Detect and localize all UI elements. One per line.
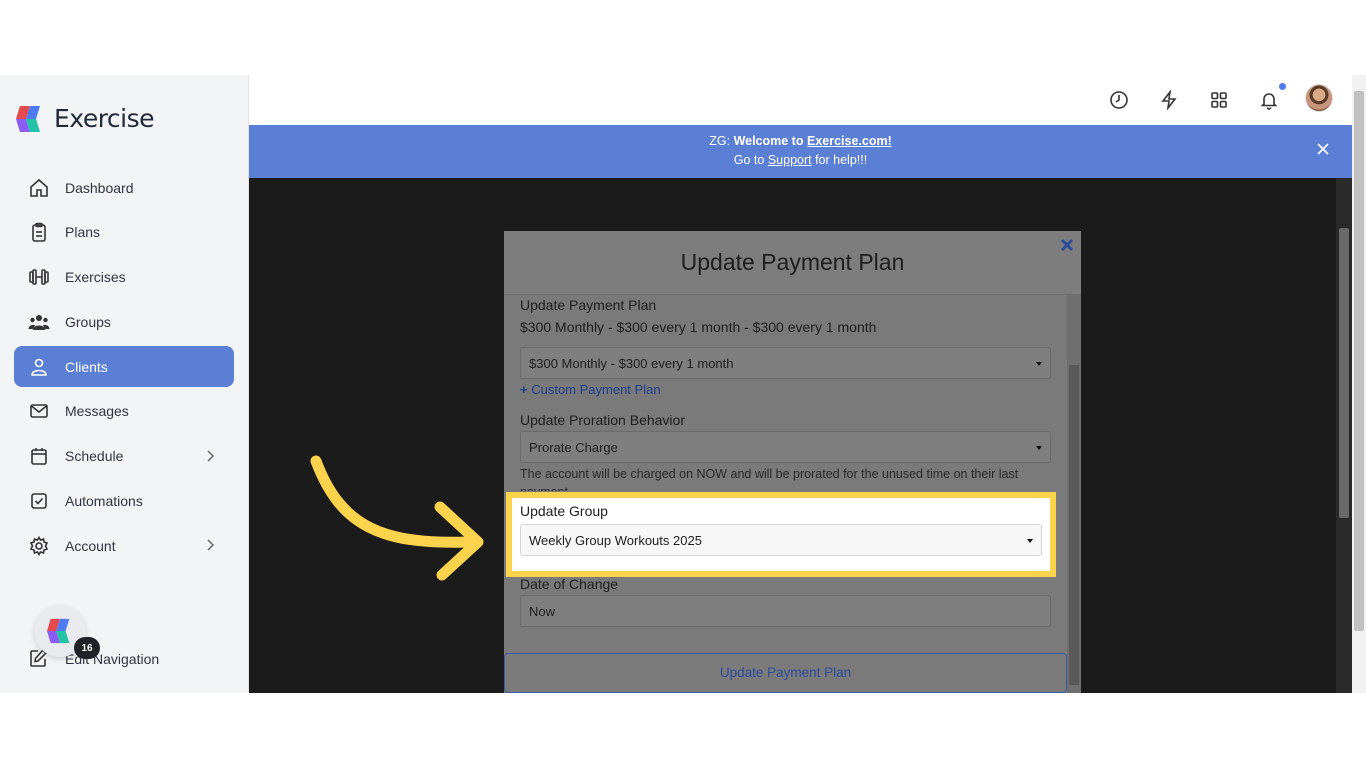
banner-line-1: ZG: Welcome to Exercise.com!: [249, 134, 1352, 148]
user-icon: [28, 356, 50, 378]
clipboard-icon: [28, 221, 50, 243]
payment-plan-select[interactable]: $300 Monthly - $300 every 1 month: [520, 347, 1051, 379]
update-group-select-value: Weekly Group Workouts 2025: [529, 533, 702, 548]
banner-close-icon[interactable]: [1316, 142, 1330, 156]
update-group-select[interactable]: Weekly Group Workouts 2025: [520, 524, 1042, 556]
sidebar-item-label: Messages: [65, 403, 129, 420]
update-group-label: Update Group: [520, 503, 608, 519]
sidebar-item-exercises[interactable]: Exercises: [14, 257, 234, 298]
payment-plan-label: Update Payment Plan: [520, 297, 657, 313]
support-link[interactable]: Support: [768, 153, 812, 167]
sidebar-item-messages[interactable]: Messages: [14, 391, 234, 432]
modal-scrollbar[interactable]: [1067, 295, 1081, 693]
user-avatar[interactable]: [1305, 84, 1333, 112]
top-bar: [249, 75, 1366, 125]
sidebar-item-label: Dashboard: [65, 179, 134, 196]
sidebar-item-label: Automations: [65, 493, 143, 510]
proration-help-text: The account will be charged on NOW and w…: [520, 467, 1019, 491]
sidebar-nav: Dashboard Plans Exercises Groups Clients…: [14, 167, 234, 570]
sidebar-item-label: Groups: [65, 313, 111, 330]
logo-icon: [16, 104, 44, 132]
update-group-highlight: Update Group Weekly Group Workouts 2025: [506, 492, 1056, 577]
sidebar-item-plans[interactable]: Plans: [14, 212, 234, 253]
caret-down-icon: [1027, 539, 1033, 543]
sidebar-item-label: Plans: [65, 224, 101, 241]
page-scrollbar-thumb[interactable]: [1339, 228, 1349, 518]
page-scrollbar[interactable]: [1336, 178, 1352, 693]
sidebar: Exercise Dashboard Plans Exercises Group…: [0, 75, 249, 693]
sidebar-item-label: Schedule: [65, 448, 124, 465]
update-payment-plan-modal: Update Payment Plan Update Payment Plan …: [504, 231, 1081, 693]
caret-down-icon: [1036, 446, 1042, 450]
calendar-icon: [28, 445, 50, 467]
bell-icon[interactable]: [1258, 89, 1280, 111]
mail-icon: [28, 400, 50, 422]
sidebar-item-label: Clients: [65, 358, 108, 375]
payment-plan-select-value: $300 Monthly - $300 every 1 month: [529, 356, 734, 371]
sidebar-item-label: Account: [65, 537, 116, 554]
banner-help-text: for help!!!: [811, 153, 868, 167]
sidebar-item-schedule[interactable]: Schedule: [14, 436, 234, 477]
window-scrollbar[interactable]: [1352, 75, 1366, 693]
update-payment-plan-button[interactable]: Update Payment Plan: [504, 653, 1067, 693]
sidebar-item-label: Exercises: [65, 269, 126, 286]
sidebar-item-clients[interactable]: Clients: [14, 346, 234, 388]
proration-label: Update Proration Behavior: [520, 412, 685, 428]
plus-icon: +: [520, 382, 532, 397]
sidebar-item-account[interactable]: Account: [14, 525, 234, 566]
chevron-right-icon: [202, 537, 218, 553]
app-window: Exercise Dashboard Plans Exercises Group…: [0, 75, 1366, 693]
caret-down-icon: [1036, 362, 1042, 366]
modal-title: Update Payment Plan: [680, 249, 905, 275]
proration-select-value: Prorate Charge: [529, 440, 618, 455]
chevron-right-icon: [202, 448, 218, 464]
modal-scrollbar-thumb[interactable]: [1069, 365, 1079, 685]
date-of-change-value: Now: [529, 604, 556, 619]
close-icon[interactable]: [1059, 237, 1075, 253]
app-name: Exercise: [54, 103, 155, 133]
sidebar-item-automations[interactable]: Automations: [14, 481, 234, 522]
welcome-banner: ZG: Welcome to Exercise.com! Go to Suppo…: [249, 125, 1352, 178]
annotation-arrow-icon: [310, 455, 484, 581]
proration-select[interactable]: Prorate Charge: [520, 431, 1051, 463]
custom-payment-plan-link[interactable]: + Custom Payment Plan: [520, 382, 661, 397]
users-icon: [28, 311, 50, 333]
sidebar-item-groups[interactable]: Groups: [14, 301, 234, 342]
apps-grid-icon[interactable]: [1208, 89, 1230, 111]
notification-count-badge: 16: [74, 637, 100, 659]
banner-prefix: ZG:: [709, 134, 734, 148]
banner-goto-text: Go to: [733, 153, 768, 167]
dumbbell-icon: [28, 266, 50, 288]
notification-dot: [1279, 83, 1286, 90]
exercise-link[interactable]: Exercise.com!: [807, 134, 892, 148]
date-of-change-label: Date of Change: [520, 576, 619, 592]
checkbox-icon: [28, 490, 50, 512]
date-of-change-input[interactable]: Now: [520, 595, 1051, 627]
sidebar-item-dashboard[interactable]: Dashboard: [14, 167, 234, 208]
custom-payment-plan-label: Custom Payment Plan: [531, 382, 661, 397]
logo-icon: [47, 618, 70, 644]
home-icon: [28, 177, 50, 199]
window-scrollbar-thumb[interactable]: [1354, 91, 1364, 631]
banner-line-2: Go to Support for help!!!: [249, 153, 1352, 167]
gear-icon: [28, 535, 50, 557]
app-logo[interactable]: Exercise: [16, 103, 155, 133]
banner-welcome-text: Welcome to: [733, 134, 807, 148]
modal-header: Update Payment Plan: [504, 231, 1081, 295]
lightning-icon[interactable]: [1158, 89, 1180, 111]
current-plan-text: $300 Monthly - $300 every 1 month - $300…: [520, 319, 877, 335]
clock-icon[interactable]: [1108, 89, 1130, 111]
